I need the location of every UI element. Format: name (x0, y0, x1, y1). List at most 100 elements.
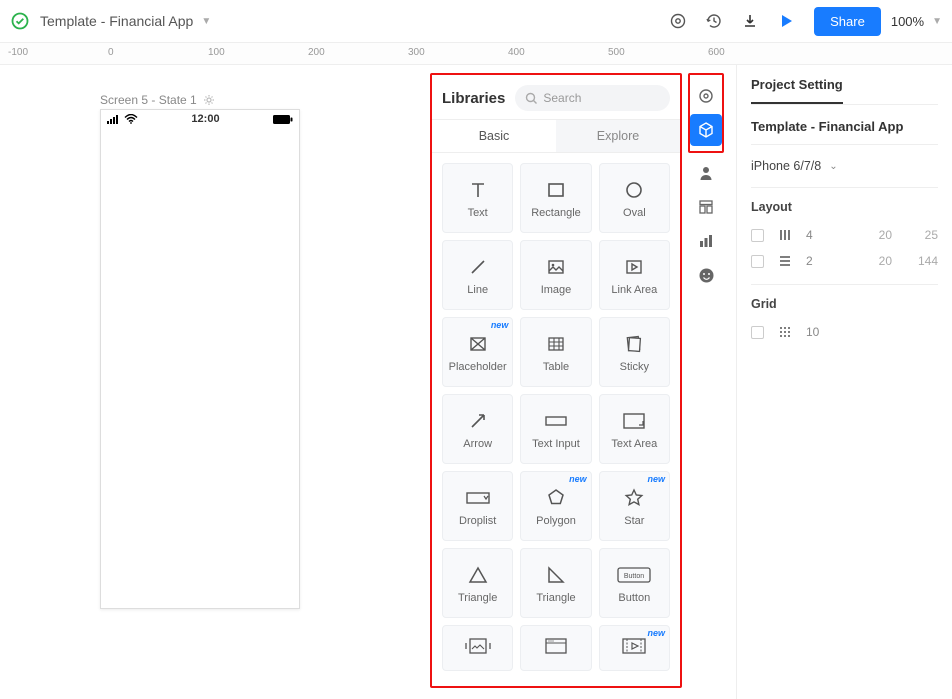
arrow-icon (467, 408, 489, 434)
library-item-oval[interactable]: Oval (599, 163, 670, 233)
library-item-label: Button (618, 592, 650, 604)
ruler-tick: 0 (108, 47, 114, 58)
libraries-panel: Libraries Search Basic Explore Text Recta… (430, 73, 682, 688)
library-item-linkarea[interactable]: Link Area (599, 240, 670, 310)
placeholder-icon (467, 331, 489, 357)
history-icon[interactable] (700, 7, 728, 35)
table-icon (545, 331, 567, 357)
battery-icon (273, 115, 293, 124)
library-item-arrow[interactable]: Arrow (442, 394, 513, 464)
target-icon[interactable] (690, 80, 722, 112)
ruler-tick: 400 (508, 47, 525, 58)
library-item-text[interactable]: Text (442, 163, 513, 233)
device-selector[interactable]: iPhone 6/7/8 ⌄ (751, 145, 938, 187)
library-item-label: Star (624, 515, 644, 527)
ruler-tick: 200 (308, 47, 325, 58)
layout-value: 4 (806, 228, 846, 242)
screen-settings-icon[interactable] (203, 94, 215, 106)
wifi-icon (124, 114, 138, 124)
project-settings-panel: Project Setting Template - Financial App… (736, 65, 952, 699)
search-placeholder: Search (543, 91, 581, 105)
project-title[interactable]: Template - Financial App (40, 13, 193, 29)
library-item-label: Placeholder (449, 361, 507, 373)
library-item-rect[interactable]: Rectangle (520, 163, 591, 233)
new-badge: new (569, 474, 587, 484)
webpage-icon (544, 633, 568, 659)
line-icon (467, 254, 489, 280)
library-item-carousel[interactable] (442, 625, 513, 671)
library-item-polygon[interactable]: Polygonnew (520, 471, 591, 541)
grid-section-label: Grid (751, 285, 938, 319)
layout-section-label: Layout (751, 188, 938, 222)
ruler-tick: 500 (608, 47, 625, 58)
right-toolbar (688, 155, 724, 293)
person-icon[interactable] (690, 157, 722, 189)
checkbox[interactable] (751, 255, 764, 268)
library-item-webpage[interactable] (520, 625, 591, 671)
chevron-down-icon: ⌄ (829, 161, 837, 172)
checkbox[interactable] (751, 229, 764, 242)
layout-value: 20 (858, 254, 892, 268)
library-item-button[interactable]: Button Button (599, 548, 670, 618)
droplist-icon (465, 485, 491, 511)
library-item-label: Triangle (458, 592, 497, 604)
components-icon[interactable] (690, 114, 722, 146)
zoom-value: 100% (891, 14, 924, 29)
emoji-icon[interactable] (690, 259, 722, 291)
zoom-control[interactable]: 100% ▼ (891, 14, 942, 29)
layout-value: 2 (806, 254, 846, 268)
oval-icon (623, 177, 645, 203)
library-item-image[interactable]: Image (520, 240, 591, 310)
library-item-star[interactable]: Starnew (599, 471, 670, 541)
linkarea-icon (623, 254, 645, 280)
screen-label[interactable]: Screen 5 - State 1 (100, 93, 215, 107)
layout-columns-row[interactable]: 4 20 25 (751, 222, 938, 248)
layout-value: 20 (858, 228, 892, 242)
grid-row[interactable]: 10 (751, 319, 938, 345)
library-item-label: Line (467, 284, 488, 296)
grid-icon (776, 325, 794, 339)
libraries-search-input[interactable]: Search (515, 85, 670, 111)
grid-value: 10 (806, 325, 938, 339)
project-settings-title: Project Setting (751, 65, 843, 104)
chart-icon[interactable] (690, 225, 722, 257)
library-item-triangle[interactable]: Triangle (442, 548, 513, 618)
rows-icon (776, 254, 794, 268)
layout-value: 25 (904, 228, 938, 242)
library-item-table[interactable]: Table (520, 317, 591, 387)
libraries-title: Libraries (442, 90, 505, 107)
library-item-label: Rectangle (531, 207, 581, 219)
layout-value: 144 (904, 254, 938, 268)
library-item-label: Oval (623, 207, 646, 219)
play-icon[interactable] (772, 7, 800, 35)
layout-icon[interactable] (690, 191, 722, 223)
button-icon: Button (617, 562, 651, 588)
zoom-caret-icon: ▼ (932, 16, 942, 27)
app-logo-icon (10, 11, 30, 31)
project-dropdown-icon[interactable]: ▼ (201, 16, 211, 27)
library-item-placeholder[interactable]: Placeholdernew (442, 317, 513, 387)
rect-icon (545, 177, 567, 203)
download-icon[interactable] (736, 7, 764, 35)
checkbox[interactable] (751, 326, 764, 339)
layout-rows-row[interactable]: 2 20 144 (751, 248, 938, 274)
library-item-textinput[interactable]: Text Input (520, 394, 591, 464)
star-icon (623, 485, 645, 511)
rtriangle-icon (545, 562, 567, 588)
device-status-bar: 12:00 (101, 110, 299, 128)
library-item-label: Droplist (459, 515, 496, 527)
text-icon (467, 177, 489, 203)
device-frame[interactable]: 12:00 (100, 109, 300, 609)
tab-basic[interactable]: Basic (432, 120, 556, 152)
library-item-rtriangle[interactable]: Triangle (520, 548, 591, 618)
library-item-droplist[interactable]: Droplist (442, 471, 513, 541)
library-item-label: Arrow (463, 438, 492, 450)
share-button[interactable]: Share (814, 7, 881, 36)
main-area: Screen 5 - State 1 12:00 Libraries Searc… (0, 65, 952, 699)
library-item-video[interactable]: new (599, 625, 670, 671)
library-item-textarea[interactable]: Text Area (599, 394, 670, 464)
preview-eye-icon[interactable] (664, 7, 692, 35)
library-item-line[interactable]: Line (442, 240, 513, 310)
library-item-sticky[interactable]: Sticky (599, 317, 670, 387)
tab-explore[interactable]: Explore (556, 120, 680, 152)
